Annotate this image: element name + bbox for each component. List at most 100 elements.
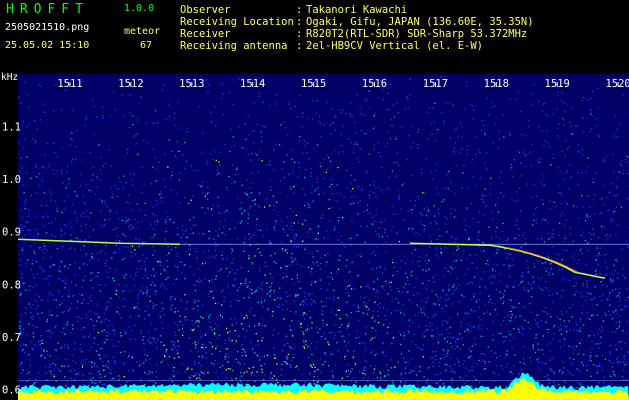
noise-dot [129,126,131,128]
noise-dot [220,268,222,270]
noise-dot [436,249,438,251]
noise-dot [511,314,513,316]
noise-dot [342,151,344,153]
noise-dot [347,350,349,352]
noise-dot [593,115,595,117]
noise-dot [304,292,306,294]
noise-dot [210,362,213,364]
noise-dot [302,304,304,306]
noise-dot [144,202,146,204]
noise-dot [619,361,621,363]
noise-dot [238,126,240,128]
noise-dot [531,196,533,198]
noise-dot [359,108,361,110]
noise-dot [245,138,247,140]
noise-dot [91,361,93,363]
noise-dot [374,336,376,339]
noise-dot [538,314,540,316]
noise-dot [598,381,600,383]
noise-dot [118,296,121,298]
noise-dot [493,352,495,354]
noise-dot [572,304,574,306]
noise-dot [192,308,195,310]
noise-dot [412,142,414,144]
noise-dot [51,193,53,195]
noise-dot [555,206,557,208]
noise-dot [365,348,367,350]
noise-dot [201,185,203,187]
noise-dot [615,206,617,209]
noise-dot [385,355,387,357]
noise-dot [610,218,612,220]
noise-dot [424,314,426,316]
noise-dot [20,277,23,279]
noise-dot [461,148,463,150]
noise-dot [258,206,261,208]
noise-dot [239,208,241,210]
noise-dot [249,187,251,189]
noise-dot [378,227,380,229]
noise-dot [395,213,397,215]
noise-dot [244,280,246,283]
noise-dot [64,343,66,345]
noise-dot [498,138,500,140]
noise-dot [455,238,458,240]
noise-dot [454,267,456,269]
noise-dot [577,353,579,355]
noise-dot [513,159,516,161]
noise-dot [573,285,575,287]
noise-dot [363,210,365,212]
noise-dot [156,220,159,222]
noise-dot [460,337,463,339]
noise-dot [438,334,440,336]
noise-dot [89,296,91,299]
noise-dot [164,241,166,243]
noise-dot [156,364,158,366]
noise-dot [619,315,621,317]
noise-dot [423,335,425,337]
noise-dot [29,285,31,287]
noise-dot [426,263,428,265]
noise-dot [29,123,31,125]
noise-dot [431,133,433,135]
noise-dot [399,267,401,269]
noise-dot [455,164,457,167]
noise-dot [523,328,525,331]
noise-dot [563,178,566,180]
noise-dot [82,195,84,197]
noise-dot [204,278,206,280]
noise-dot [480,335,482,337]
noise-dot [167,246,169,248]
noise-dot [573,253,575,255]
noise-dot [489,193,491,196]
noise-dot [441,289,444,291]
noise-dot [198,321,200,323]
noise-dot [354,179,356,181]
noise-dot [472,176,474,178]
noise-dot [275,103,277,105]
noise-dot [76,129,78,131]
noise-dot [38,296,40,298]
noise-dot [524,238,527,240]
noise-dot [484,162,486,164]
noise-dot [511,306,513,308]
noise-dot [144,353,146,356]
noise-dot [621,160,623,162]
noise-dot [375,267,378,269]
noise-dot [618,305,620,307]
noise-dot [21,217,23,219]
noise-dot [408,283,410,285]
noise-dot [387,369,389,371]
noise-dot [38,84,40,86]
noise-dot [489,299,492,301]
noise-dot [63,224,66,226]
noise-dot [490,350,492,352]
noise-dot [484,303,486,305]
noise-dot [548,200,551,202]
noise-dot [434,274,436,277]
noise-dot [600,212,602,214]
noise-dot [346,187,348,189]
noise-dot [261,284,263,286]
noise-dot [207,372,209,374]
noise-dot [536,206,538,208]
